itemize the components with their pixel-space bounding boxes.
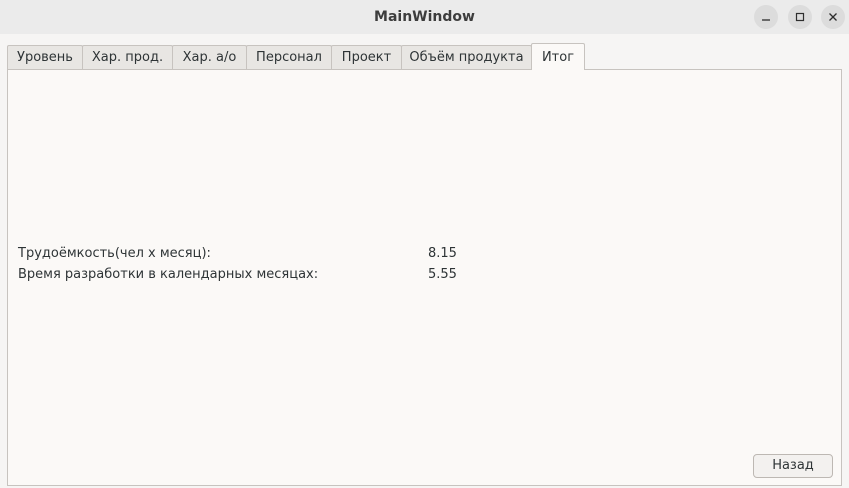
main-window: MainWindow Уровень Хар. прод. Хар. а/о П… (0, 0, 849, 488)
labor-value: 8.15 (428, 246, 457, 261)
tab-product-volume[interactable]: Объём продукта (401, 45, 532, 69)
window-title: MainWindow (374, 9, 475, 25)
tab-personnel[interactable]: Персонал (246, 45, 332, 69)
maximize-button[interactable] (788, 5, 812, 29)
tab-summary[interactable]: Итог (531, 43, 585, 70)
maximize-icon (795, 12, 805, 22)
back-button[interactable]: Назад (753, 454, 833, 478)
tab-project[interactable]: Проект (331, 45, 402, 69)
tab-hardware-characteristics[interactable]: Хар. а/о (172, 45, 247, 69)
minimize-button[interactable] (754, 5, 778, 29)
duration-label: Время разработки в календарных месяцах: (18, 267, 319, 282)
summary-panel: Трудоёмкость(чел х месяц): 8.15 Время ра… (7, 69, 842, 486)
minimize-icon (762, 19, 770, 21)
close-icon (829, 13, 837, 21)
tab-product-characteristics[interactable]: Хар. прод. (82, 45, 173, 69)
tab-level[interactable]: Уровень (7, 45, 83, 69)
title-bar[interactable]: MainWindow (0, 0, 849, 34)
labor-label: Трудоёмкость(чел х месяц): (18, 246, 211, 261)
duration-value: 5.55 (428, 267, 457, 282)
close-button[interactable] (821, 5, 845, 29)
